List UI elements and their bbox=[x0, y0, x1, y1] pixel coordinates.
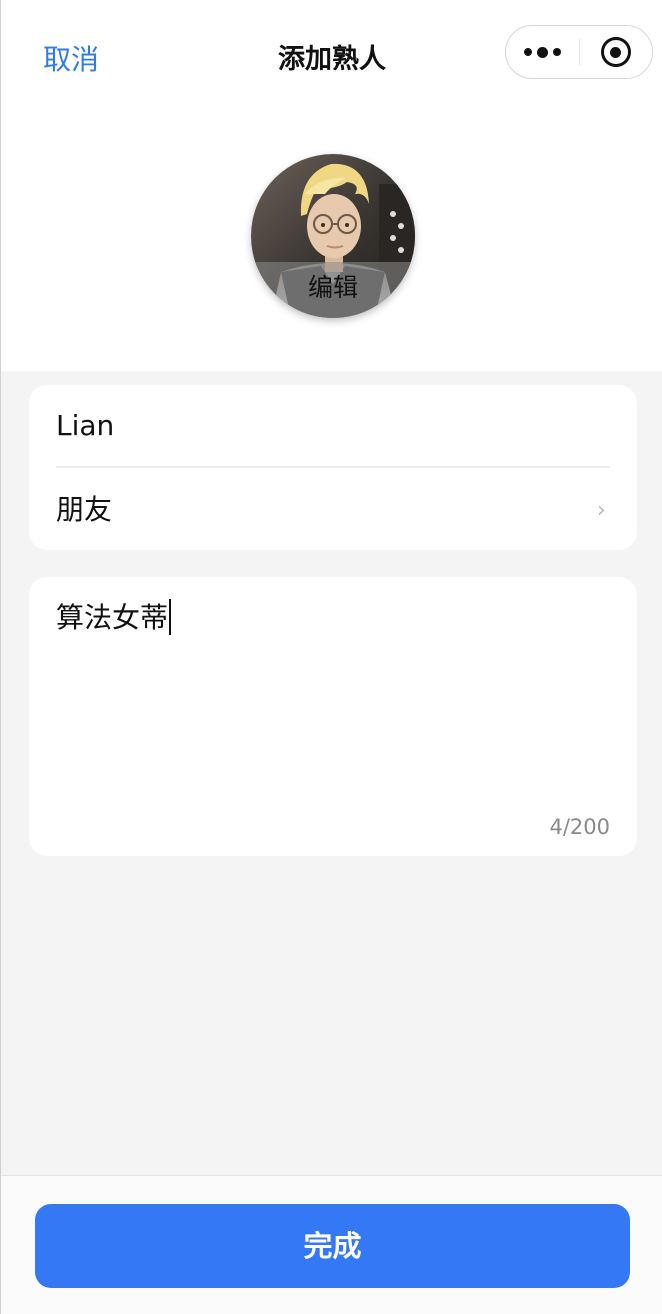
footer-bar: 完成 bbox=[1, 1175, 662, 1314]
dot bbox=[537, 46, 548, 58]
note-card: 算法女蒂 4/200 bbox=[29, 577, 637, 856]
dot bbox=[553, 48, 561, 56]
note-text: 算法女蒂 bbox=[56, 601, 169, 634]
character-counter: 4/200 bbox=[549, 815, 610, 839]
more-dots-icon[interactable] bbox=[506, 26, 579, 78]
cancel-button[interactable]: 取消 bbox=[43, 40, 99, 80]
text-cursor bbox=[169, 599, 172, 635]
done-button[interactable]: 完成 bbox=[35, 1204, 630, 1288]
avatar[interactable]: 编辑 bbox=[251, 154, 415, 318]
close-miniprogram-button[interactable] bbox=[580, 26, 652, 78]
divider bbox=[56, 466, 610, 468]
name-field[interactable]: Lian bbox=[56, 405, 114, 447]
chevron-right-icon: › bbox=[597, 498, 606, 523]
target-circle-icon bbox=[600, 37, 631, 67]
miniprogram-capsule bbox=[505, 25, 653, 79]
note-textarea[interactable]: 算法女蒂 bbox=[56, 597, 172, 639]
avatar-edit-label[interactable]: 编辑 bbox=[251, 262, 415, 318]
relation-select[interactable]: 朋友 bbox=[56, 489, 112, 531]
page: 取消 添加熟人 编辑 Lian 朋友 › 算法女蒂 4/200 完成 bbox=[0, 0, 662, 1314]
dot bbox=[524, 48, 532, 56]
basic-info-card: Lian 朋友 › bbox=[29, 385, 637, 550]
header-section: 取消 添加熟人 编辑 bbox=[1, 0, 662, 371]
